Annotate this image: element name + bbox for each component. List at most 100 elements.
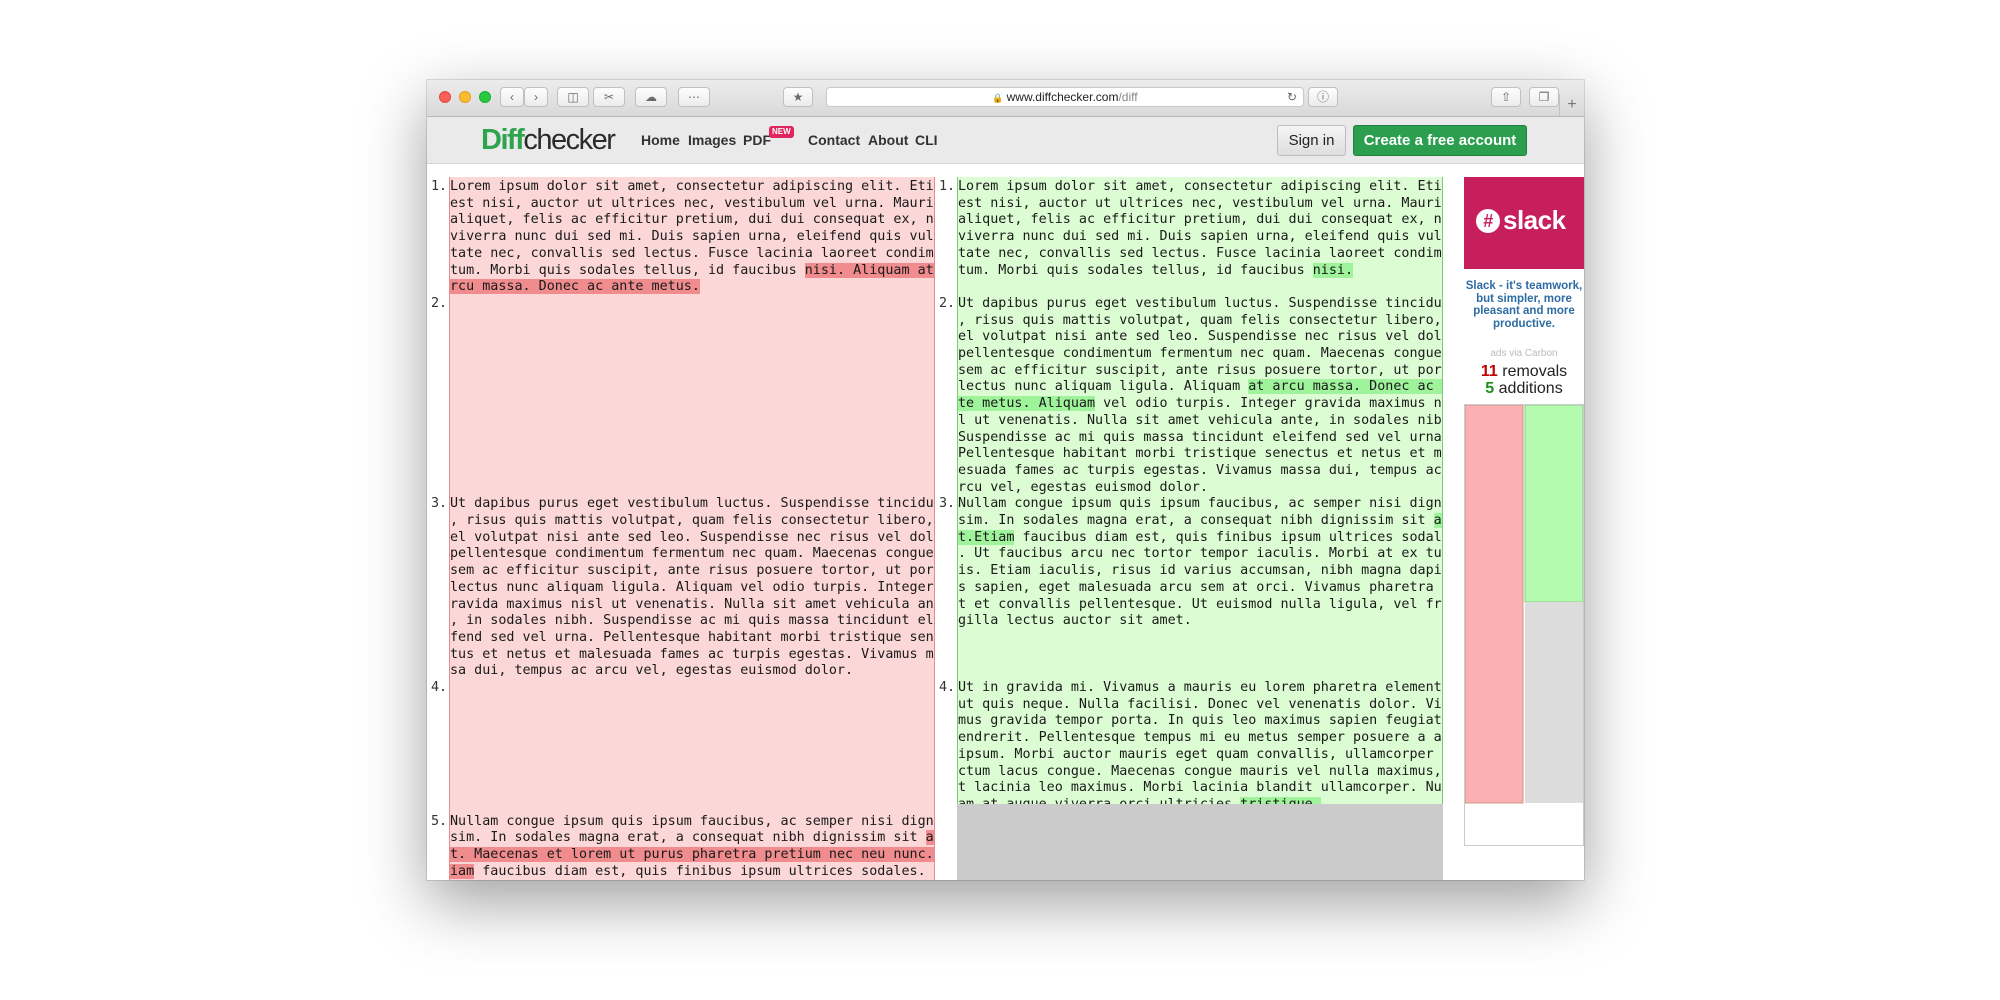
diff-text: pellentesque condimentum fermentum nec q…: [450, 546, 935, 562]
sign-in-button[interactable]: Sign in: [1277, 125, 1346, 156]
nav-cli[interactable]: CLI: [915, 132, 938, 148]
diff-highlight: ame: [925, 830, 934, 846]
nav-contact[interactable]: Contact: [808, 132, 860, 148]
diff-text: ut quis neque. Nulla facilisi. Donec vel…: [958, 696, 1443, 712]
diff-minimap[interactable]: [1464, 404, 1584, 846]
diff-line: Pellentesque habitant morbi tristique se…: [958, 446, 1442, 463]
nav-home[interactable]: Home: [641, 132, 680, 148]
zoom-window-button[interactable]: [479, 91, 491, 103]
address-bar[interactable]: 🔒 www.diffchecker.com/diff ↻: [826, 87, 1304, 107]
nav-pdf[interactable]: PDF: [743, 132, 771, 148]
bookmark-star-icon[interactable]: ★: [783, 87, 813, 107]
diff-line: . Ut faucibus arcu nec tortor tempor iac…: [958, 546, 1442, 563]
line-number: 2.: [939, 295, 956, 311]
new-badge: NEW: [769, 126, 794, 138]
diff-text: el volutpat nisi ante sed leo. Suspendis…: [450, 529, 935, 545]
diff-text: el volutpat nisi ante sed leo. Suspendis…: [958, 329, 1443, 345]
diff-text: vel odio turpis. Integer gravida maximus…: [1095, 396, 1443, 412]
screenshot-icon[interactable]: ✂: [593, 87, 625, 107]
diff-highlight: rcu massa. Donec ac ante metus.: [450, 279, 700, 295]
diff-text: tum. Morbi quis sodales tellus, id fauci…: [450, 262, 805, 278]
diff-line: ctum lacus congue. Maecenas congue mauri…: [958, 764, 1442, 781]
diff-text: sim. In sodales magna erat, a consequat …: [450, 830, 926, 846]
tabs-overview-icon[interactable]: ❐: [1529, 87, 1559, 107]
sidebar-icon[interactable]: ◫: [557, 87, 589, 107]
removals-count: 11: [1480, 363, 1498, 380]
diff-line: t lacinia leo maximus. Morbi lacinia bla…: [958, 780, 1442, 797]
diff-line: mus gravida tempor porta. In quis leo ma…: [958, 713, 1442, 730]
diff-text: . Ut faucibus arcu nec tortor tempor iac…: [958, 546, 1443, 562]
diff-text: sim. In sodales magna erat, a consequat …: [958, 513, 1434, 528]
diff-line: rcu massa. Donec ac ante metus.: [450, 279, 934, 296]
diff-line: tum. Morbi quis sodales tellus, id fauci…: [958, 262, 1442, 280]
diff-highlight: te metus. Aliquam: [958, 396, 1096, 412]
diff-line: Suspendisse ac mi quis massa tincidunt e…: [958, 430, 1442, 447]
diff-line: ut quis neque. Nulla facilisi. Donec vel…: [958, 697, 1442, 714]
diff-line: pellentesque condimentum fermentum nec q…: [958, 346, 1442, 363]
lock-icon: 🔒: [992, 93, 1004, 103]
diff-line: el volutpat nisi ante sed leo. Suspendis…: [450, 530, 934, 547]
forward-icon[interactable]: ›: [524, 87, 548, 107]
additions-count: 5: [1485, 380, 1495, 397]
diff-stats: 11 removals 5 additions: [1464, 363, 1584, 397]
diff-text: faucibus diam est, quis finibus ipsum ul…: [474, 863, 935, 879]
diff-text: tum. Morbi quis sodales tellus, id fauci…: [958, 262, 1313, 278]
share-icon[interactable]: ⇧: [1491, 87, 1521, 107]
diff-text: rcu vel, egestas euismod dolor.: [958, 479, 1208, 495]
diff-line: sem ac efficitur suscipit, ante risus po…: [450, 563, 934, 580]
diff-line: is. Etiam iaculis, risus id varius accum…: [958, 563, 1442, 580]
diff-line: l ut venenatis. Nulla sit amet vehicula …: [958, 413, 1442, 430]
diff-highlight: t. Maecenas et lorem ut purus pharetra p…: [450, 847, 934, 862]
diff-line: viverra nunc dui sed mi. Duis sapien urn…: [958, 229, 1442, 246]
diff-line: Lorem ipsum dolor sit amet, consectetur …: [450, 179, 934, 196]
line-number: 5.: [431, 813, 448, 829]
grid-icon[interactable]: ⋯: [678, 87, 710, 107]
diffchecker-logo[interactable]: Diffchecker: [481, 124, 616, 156]
diff-line: rcu vel, egestas euismod dolor.: [958, 480, 1442, 497]
diff-line: , risus quis mattis volutpat, quam felis…: [450, 513, 934, 530]
diff-text: Lorem ipsum dolor sit amet, consectetur …: [958, 179, 1443, 194]
nav-images[interactable]: Images: [688, 132, 736, 148]
diff-text: tate nec, convallis sed lectus. Fusce la…: [450, 245, 935, 261]
minimize-window-button[interactable]: [459, 91, 471, 103]
close-window-button[interactable]: [439, 91, 451, 103]
additions-label: additions: [1498, 380, 1563, 397]
line-number: 4.: [939, 680, 956, 695]
diff-text: sem ac efficitur suscipit, ante risus po…: [958, 362, 1443, 378]
diff-line: est nisi, auctor ut ultrices nec, vestib…: [958, 196, 1442, 213]
changed-text-pane[interactable]: Lorem ipsum dolor sit amet, consectetur …: [957, 177, 1443, 804]
cloud-icon[interactable]: ☁: [635, 87, 667, 107]
reload-icon[interactable]: ↻: [1287, 88, 1297, 106]
line-number: 4.: [431, 680, 448, 695]
diff-line: s sapien, eget malesuada arcu sem at orc…: [958, 580, 1442, 597]
ad-via-carbon[interactable]: ads via Carbon: [1464, 348, 1584, 359]
diff-text: ipsum. Morbi auctor mauris eget quam con…: [958, 746, 1443, 762]
diff-line: ravida maximus nisl ut venenatis. Nulla …: [450, 597, 934, 614]
create-account-button[interactable]: Create a free account: [1353, 125, 1527, 156]
original-text-pane[interactable]: Lorem ipsum dolor sit amet, consectetur …: [449, 177, 935, 880]
diff-text: am at augue viverra orci ultricies: [958, 797, 1240, 804]
logo-checker: checker: [523, 124, 616, 156]
diff-line: endrerit. Pellentesque tempus mi eu metu…: [958, 730, 1442, 747]
back-icon[interactable]: ‹: [500, 87, 524, 107]
diff-text: pellentesque condimentum fermentum nec q…: [958, 346, 1443, 361]
diff-text: aliquet, felis ac efficitur pretium, dui…: [958, 212, 1443, 228]
diff-text: s sapien, eget malesuada arcu sem at orc…: [958, 579, 1443, 595]
browser-toolbar: ‹ › ◫ ✂ ☁ ⋯ ★ 🔒 www.diffchecker.com/diff …: [427, 80, 1584, 117]
diff-text: t et convallis pellentesque. Ut euismod …: [958, 596, 1443, 612]
slack-ad[interactable]: # slack: [1464, 177, 1584, 269]
diff-text: Ut dapibus purus eget vestibulum luctus.…: [450, 496, 935, 512]
diff-text: gilla lectus auctor sit amet.: [958, 613, 1192, 629]
ad-text[interactable]: Slack - it's teamwork, but simpler, more…: [1464, 280, 1584, 330]
diff-line: tum. Morbi quis sodales tellus, id fauci…: [450, 262, 934, 280]
diff-line: sem ac efficitur suscipit, ante risus po…: [958, 363, 1442, 380]
logo-diff: Diff: [481, 124, 525, 156]
diff-text: , risus quis mattis volutpat, quam felis…: [958, 312, 1443, 328]
new-tab-icon[interactable]: +: [1559, 94, 1584, 116]
diff-line: tus et netus et malesuada fames ac turpi…: [450, 647, 934, 664]
nav-about[interactable]: About: [868, 132, 908, 148]
slack-hash-icon: #: [1476, 209, 1500, 233]
info-icon[interactable]: ⓘ: [1308, 87, 1338, 107]
empty-area: [957, 804, 1443, 880]
ad-brand: slack: [1503, 205, 1566, 235]
